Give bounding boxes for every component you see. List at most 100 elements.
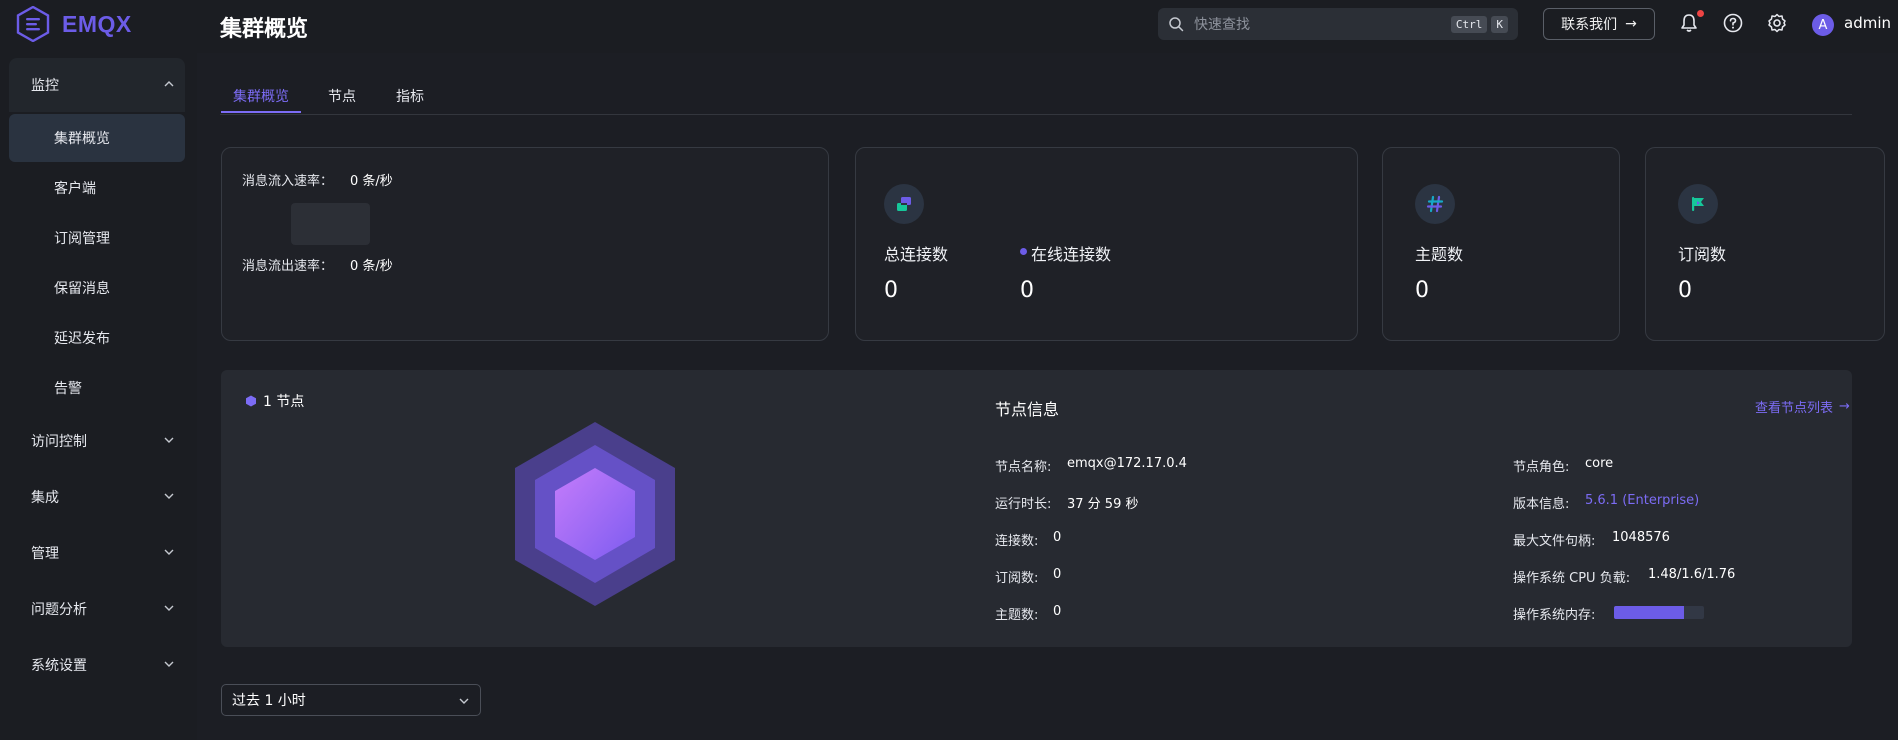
top-header: EMQX 集群概览 快速查找 Ctrl K 联系我们 → A admin	[0, 0, 1898, 53]
shortcut-k-key: K	[1491, 15, 1508, 33]
chevron-down-icon	[459, 698, 469, 704]
sidebar-item-label: 集群概览	[54, 131, 110, 147]
online-connections-value: 0	[1020, 278, 1034, 303]
version-value[interactable]: 5.6.1 (Enterprise)	[1585, 493, 1699, 508]
contact-us-button[interactable]: 联系我们 →	[1543, 8, 1655, 40]
hashtag-icon	[1415, 184, 1455, 224]
memory-label: 操作系统内存:	[1513, 608, 1596, 623]
total-connections-label: 总连接数	[884, 245, 949, 264]
sidebar-item-alarms[interactable]: 告警	[9, 364, 185, 412]
outbound-rate-label: 消息流出速率：	[242, 259, 334, 274]
node-subscriptions-value: 0	[1053, 567, 1062, 582]
sidebar-item-label: 告警	[54, 381, 82, 397]
sidebar-group-label: 管理	[31, 546, 59, 562]
active-tab-indicator	[221, 111, 301, 113]
sidebar-item-cluster-overview[interactable]: 集群概览	[9, 114, 185, 162]
online-connections-label: 在线连接数	[1031, 245, 1112, 264]
cpu-load-label: 操作系统 CPU 负载:	[1513, 571, 1631, 586]
node-count-label: 1 节点	[263, 394, 305, 410]
max-fds-value: 1048576	[1612, 530, 1670, 545]
node-info-title: 节点信息	[995, 400, 1060, 419]
chevron-down-icon	[164, 437, 174, 443]
connections-icon	[884, 184, 924, 224]
sidebar-item-label: 订阅管理	[54, 231, 110, 247]
subscriptions-label: 订阅数	[1678, 245, 1727, 264]
help-icon[interactable]	[1722, 12, 1744, 34]
time-range-select[interactable]: 过去 1 小时	[221, 684, 481, 716]
node-count: 1 节点	[245, 391, 304, 411]
tab-cluster-overview[interactable]: 集群概览	[233, 86, 289, 106]
sidebar-group-label: 访问控制	[31, 434, 87, 450]
sidebar-group-label: 系统设置	[31, 658, 87, 674]
view-node-list-label: 查看节点列表	[1755, 401, 1834, 416]
sidebar-group-label: 问题分析	[31, 602, 87, 618]
search-placeholder: 快速查找	[1194, 17, 1250, 33]
inbound-rate-label: 消息流入速率：	[242, 174, 334, 189]
topics-value: 0	[1415, 278, 1429, 303]
sidebar-item-delayed-publish[interactable]: 延迟发布	[9, 314, 185, 362]
sidebar-item-label: 客户端	[54, 181, 96, 197]
arrow-right-icon: →	[1625, 16, 1637, 32]
chevron-down-icon	[164, 605, 174, 611]
sidebar-item-clients[interactable]: 客户端	[9, 164, 185, 212]
arrow-right-icon: →	[1839, 399, 1850, 414]
overview-tabs: 集群概览 节点 指标	[220, 74, 1852, 115]
sidebar-item-label: 保留消息	[54, 281, 110, 297]
sidebar-group-access-control[interactable]: 访问控制	[9, 414, 185, 468]
node-role-label: 节点角色:	[1513, 460, 1570, 475]
node-hexagon-icon	[246, 395, 256, 407]
sidebar-item-retained-messages[interactable]: 保留消息	[9, 264, 185, 312]
memory-usage-fill	[1614, 606, 1685, 619]
chevron-down-icon	[164, 493, 174, 499]
search-box[interactable]: 快速查找 Ctrl K	[1158, 8, 1518, 40]
max-fds-label: 最大文件句柄:	[1513, 534, 1596, 549]
sidebar-item-subscriptions[interactable]: 订阅管理	[9, 214, 185, 262]
node-name-value: emqx@172.17.0.4	[1067, 456, 1187, 471]
node-name-label: 节点名称:	[995, 460, 1052, 475]
chevron-down-icon	[164, 549, 174, 555]
tab-nodes[interactable]: 节点	[328, 86, 356, 106]
sidebar-group-monitor[interactable]: 监控	[9, 58, 185, 112]
uptime-label: 运行时长:	[995, 497, 1052, 512]
inbound-rate-value: 0 条/秒	[350, 174, 393, 189]
sidebar-group-label: 监控	[31, 78, 59, 94]
contact-us-label: 联系我们	[1561, 17, 1618, 33]
memory-usage-bar	[1614, 606, 1704, 619]
node-topics-label: 主题数:	[995, 608, 1039, 623]
node-topics-value: 0	[1053, 604, 1062, 619]
rate-chart-placeholder	[291, 203, 370, 245]
node-hexagon-graphic[interactable]	[512, 420, 678, 608]
cpu-load-value: 1.48/1.6/1.76	[1648, 567, 1736, 582]
online-status-dot	[1020, 248, 1027, 255]
sidebar-group-integration[interactable]: 集成	[9, 470, 185, 524]
subscription-flag-icon	[1678, 184, 1718, 224]
node-connections-label: 连接数:	[995, 534, 1039, 549]
emqx-logo[interactable]: EMQX	[16, 6, 132, 42]
subscriptions-value: 0	[1678, 278, 1692, 303]
sidebar-group-management[interactable]: 管理	[9, 526, 185, 580]
view-node-list-link[interactable]: 查看节点列表 →	[1755, 397, 1850, 416]
chevron-up-icon	[164, 81, 174, 87]
logo-text: EMQX	[62, 10, 132, 37]
topics-label: 主题数	[1415, 245, 1464, 264]
node-connections-value: 0	[1053, 530, 1062, 545]
sidebar-group-diagnostics[interactable]: 问题分析	[9, 582, 185, 636]
uptime-value: 37 分 59 秒	[1067, 497, 1139, 512]
sidebar-group-label: 集成	[31, 490, 59, 506]
node-subscriptions-label: 订阅数:	[995, 571, 1039, 586]
tab-metrics[interactable]: 指标	[396, 86, 424, 106]
shortcut-ctrl-key: Ctrl	[1450, 15, 1488, 33]
avatar[interactable]: A	[1812, 14, 1834, 36]
username[interactable]: admin	[1844, 14, 1891, 32]
gear-icon[interactable]	[1766, 12, 1788, 34]
total-connections-value: 0	[884, 278, 898, 303]
version-label: 版本信息:	[1513, 497, 1570, 512]
sidebar-item-label: 延迟发布	[54, 331, 110, 347]
outbound-rate-value: 0 条/秒	[350, 259, 393, 274]
notification-dot	[1697, 10, 1704, 17]
time-range-value: 过去 1 小时	[232, 693, 306, 709]
search-icon	[1169, 17, 1184, 32]
sidebar-group-system-settings[interactable]: 系统设置	[9, 638, 185, 692]
chevron-down-icon	[164, 661, 174, 667]
emqx-logo-icon	[16, 6, 50, 42]
